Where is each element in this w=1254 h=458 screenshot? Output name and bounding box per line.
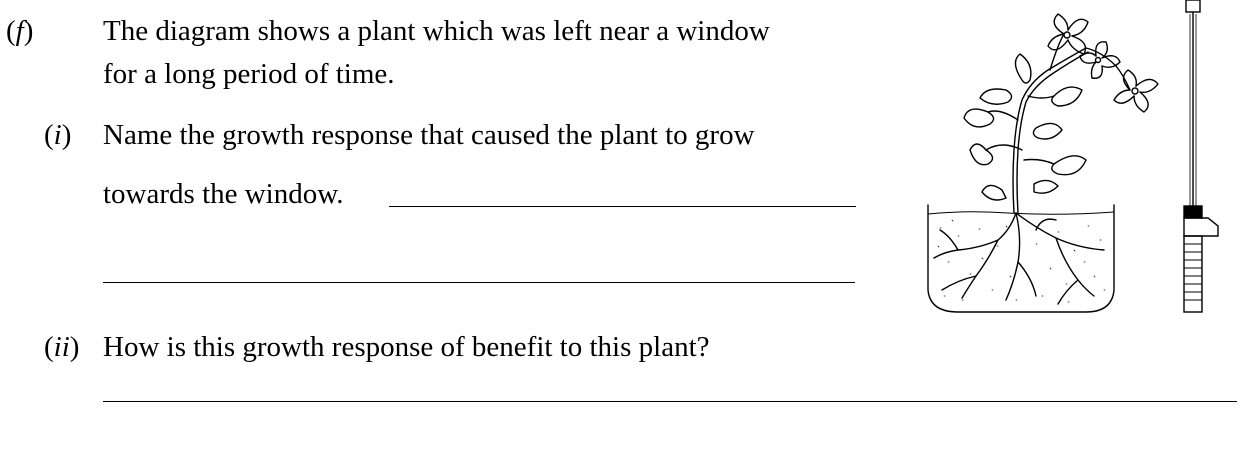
plant-diagram xyxy=(927,0,1219,313)
paren-close: ) xyxy=(23,15,34,47)
paren-close: ) xyxy=(69,331,80,363)
part-ii-question-line-1: How is this growth response of benefit t… xyxy=(103,331,710,363)
stake-icon xyxy=(1183,0,1219,313)
question-label: (f) xyxy=(6,13,33,49)
part-i-question-line-2: towards the window. xyxy=(103,178,344,210)
answer-line-part-i-2[interactable] xyxy=(103,282,855,283)
answer-line-part-i-1[interactable] xyxy=(389,206,856,207)
paren-open: ( xyxy=(44,331,54,363)
part-i-letter: i xyxy=(53,119,62,151)
question-letter: f xyxy=(15,15,24,47)
part-ii-letter: ii xyxy=(53,331,70,363)
question-intro-line-2: for a long period of time. xyxy=(103,58,395,90)
part-ii-label: (ii) xyxy=(44,329,79,365)
paren-open: ( xyxy=(6,15,16,47)
answer-line-part-ii-1[interactable] xyxy=(103,401,1237,402)
part-i-question-line-1: Name the growth response that caused the… xyxy=(103,119,755,151)
paren-open: ( xyxy=(44,119,54,151)
part-i-label: (i) xyxy=(44,117,71,153)
flower-icon xyxy=(1047,13,1159,113)
leaf-icon xyxy=(963,53,1087,201)
paren-close: ) xyxy=(61,119,72,151)
pot-icon xyxy=(927,204,1115,313)
question-intro-line-1: The diagram shows a plant which was left… xyxy=(103,15,770,47)
